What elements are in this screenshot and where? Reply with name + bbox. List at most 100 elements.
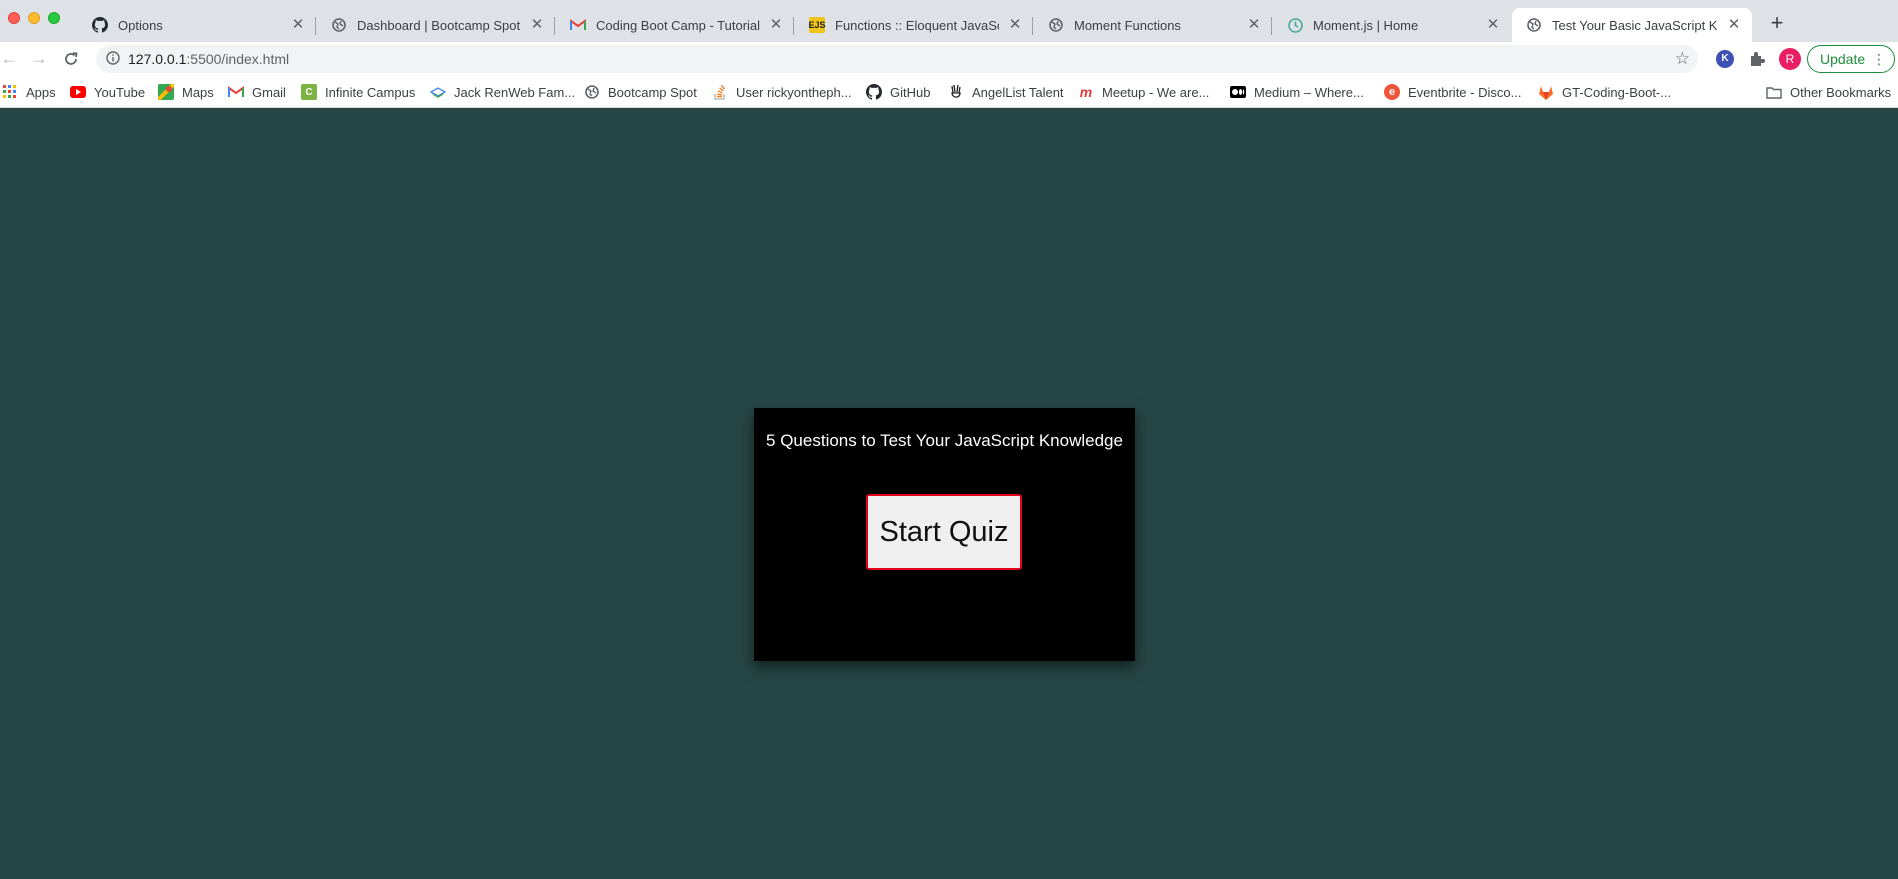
bookmark-apps[interactable]: Apps [2, 82, 56, 102]
bookmark-label: Maps [182, 84, 214, 100]
bookmark-angellist[interactable]: AngelList Talent [948, 82, 1064, 102]
tab-eloquent-javascript[interactable]: EJS Functions :: Eloquent JavaScrip ✕ [795, 8, 1033, 42]
browser-toolbar: ← → 127.0.0.1:5500/index.html ☆ K R Upda… [0, 42, 1898, 76]
bookmark-label: AngelList Talent [972, 84, 1064, 100]
forward-arrow-icon[interactable]: → [26, 46, 52, 72]
infinite-campus-icon: C [301, 84, 317, 100]
gmail-icon [228, 84, 244, 100]
tab-title: Functions :: Eloquent JavaScrip [835, 17, 999, 33]
close-icon[interactable]: ✕ [1485, 17, 1501, 33]
tab-test-your-javascript[interactable]: Test Your Basic JavaScript Kno ✕ [1512, 8, 1752, 42]
extensions-puzzle-icon[interactable] [1748, 50, 1766, 68]
tab-title: Options [118, 17, 163, 33]
gmail-icon [570, 17, 586, 33]
window-maximize-button[interactable] [48, 12, 60, 24]
kebab-menu-icon[interactable]: ⋮ [1872, 46, 1886, 72]
apps-grid-icon [2, 84, 18, 100]
tab-strip: Options ✕ Dashboard | Bootcamp Spot ✕ Co… [0, 0, 1898, 42]
tab-coding-boot-camp[interactable]: Coding Boot Camp - Tutorial C ✕ [556, 8, 794, 42]
bookmark-bootcamp-spot[interactable]: Bootcamp Spot [584, 82, 697, 102]
page-content: 5 Questions to Test Your JavaScript Know… [0, 109, 1898, 879]
maps-icon [158, 84, 174, 100]
start-quiz-button[interactable]: Start Quiz [866, 494, 1022, 570]
url-path: :5500/index.html [186, 51, 290, 67]
close-icon[interactable]: ✕ [1726, 17, 1742, 33]
close-icon[interactable]: ✕ [768, 17, 784, 33]
tab-separator [554, 17, 555, 35]
tab-title: Dashboard | Bootcamp Spot [357, 17, 521, 33]
medium-icon [1230, 84, 1246, 100]
bookmark-label: Bootcamp Spot [608, 84, 697, 100]
bookmark-label: Apps [26, 84, 56, 100]
quiz-card: 5 Questions to Test Your JavaScript Know… [754, 408, 1135, 661]
update-button[interactable]: Update ⋮ [1807, 45, 1895, 73]
bookmark-medium[interactable]: Medium – Where... [1230, 82, 1364, 102]
tab-dashboard-bootcamp-spot[interactable]: Dashboard | Bootcamp Spot ✕ [317, 8, 555, 42]
angellist-icon [948, 84, 964, 100]
other-bookmarks-folder[interactable]: Other Bookmarks [1766, 82, 1891, 102]
bookmark-label: Meetup - We are... [1102, 84, 1210, 100]
bookmark-youtube[interactable]: YouTube [70, 82, 145, 102]
new-tab-button[interactable]: + [1763, 10, 1791, 38]
other-bookmarks-label: Other Bookmarks [1790, 84, 1892, 100]
bookmark-label: Gmail [252, 84, 286, 100]
address-bar[interactable]: 127.0.0.1:5500/index.html ☆ [96, 45, 1698, 73]
github-icon [92, 17, 108, 33]
tab-options[interactable]: Options ✕ [78, 8, 316, 42]
bookmark-label: User rickyontheph... [736, 84, 852, 100]
bookmark-label: GitHub [890, 84, 931, 100]
profile-avatar[interactable]: R [1779, 48, 1801, 70]
moment-clock-icon [1287, 17, 1303, 33]
bookmark-label: Eventbrite - Disco... [1408, 84, 1522, 100]
bookmark-gmail[interactable]: Gmail [228, 82, 286, 102]
tab-separator [315, 17, 316, 35]
close-icon[interactable]: ✕ [529, 17, 545, 33]
close-icon[interactable]: ✕ [1246, 17, 1262, 33]
url-host: 127.0.0.1 [128, 51, 187, 67]
meetup-icon: m [1079, 84, 1093, 100]
bookmark-infinite-campus[interactable]: C Infinite Campus [301, 82, 415, 102]
close-icon[interactable]: ✕ [1007, 17, 1023, 33]
info-icon[interactable] [106, 51, 122, 67]
bookmark-label: Medium – Where... [1254, 84, 1364, 100]
youtube-icon [70, 84, 86, 100]
extension-k-icon[interactable]: K [1716, 50, 1734, 68]
stackoverflow-icon [712, 84, 728, 100]
bookmark-meetup[interactable]: m Meetup - We are... [1078, 82, 1210, 102]
renweb-icon [430, 84, 446, 100]
bookmark-label: Infinite Campus [325, 84, 416, 100]
tab-separator [1271, 17, 1272, 35]
window-close-button[interactable] [8, 12, 20, 24]
github-icon [866, 84, 882, 100]
tab-separator [793, 17, 794, 35]
eventbrite-icon: e [1384, 84, 1400, 100]
tab-moment-functions[interactable]: Moment Functions ✕ [1034, 8, 1272, 42]
bookmarks-bar: Apps YouTube Maps Gmail C Infinite Campu… [0, 76, 1898, 108]
url-text: 127.0.0.1:5500/index.html [128, 51, 289, 67]
bookmark-star-icon[interactable]: ☆ [1675, 49, 1690, 69]
tab-title: Moment Functions [1074, 17, 1181, 33]
bookmark-stackoverflow-user[interactable]: User rickyontheph... [712, 82, 852, 102]
gitlab-icon [1538, 84, 1554, 100]
bookmark-maps[interactable]: Maps [158, 82, 214, 102]
bookmark-label: YouTube [94, 84, 146, 100]
tab-title: Moment.js | Home [1313, 17, 1419, 33]
window-minimize-button[interactable] [28, 12, 40, 24]
globe-icon [1526, 17, 1542, 33]
back-arrow-icon[interactable]: ← [0, 46, 22, 72]
globe-icon [1048, 17, 1064, 33]
tab-moment-home[interactable]: Moment.js | Home ✕ [1273, 8, 1511, 42]
eloquent-js-icon: EJS [809, 17, 826, 33]
bookmark-label: Jack RenWeb Fam... [454, 84, 576, 100]
quiz-title: 5 Questions to Test Your JavaScript Know… [766, 431, 1123, 450]
tab-title: Coding Boot Camp - Tutorial C [596, 17, 760, 33]
reload-icon[interactable] [58, 46, 84, 72]
bookmark-gt-coding-boot[interactable]: GT-Coding-Boot-... [1538, 82, 1671, 102]
bookmark-jack-renweb[interactable]: Jack RenWeb Fam... [430, 82, 575, 102]
close-icon[interactable]: ✕ [290, 17, 306, 33]
bookmark-eventbrite[interactable]: e Eventbrite - Disco... [1384, 82, 1521, 102]
tab-title: Test Your Basic JavaScript Kno [1552, 17, 1718, 33]
folder-icon [1766, 84, 1782, 100]
globe-icon [331, 17, 347, 33]
bookmark-github[interactable]: GitHub [866, 82, 930, 102]
